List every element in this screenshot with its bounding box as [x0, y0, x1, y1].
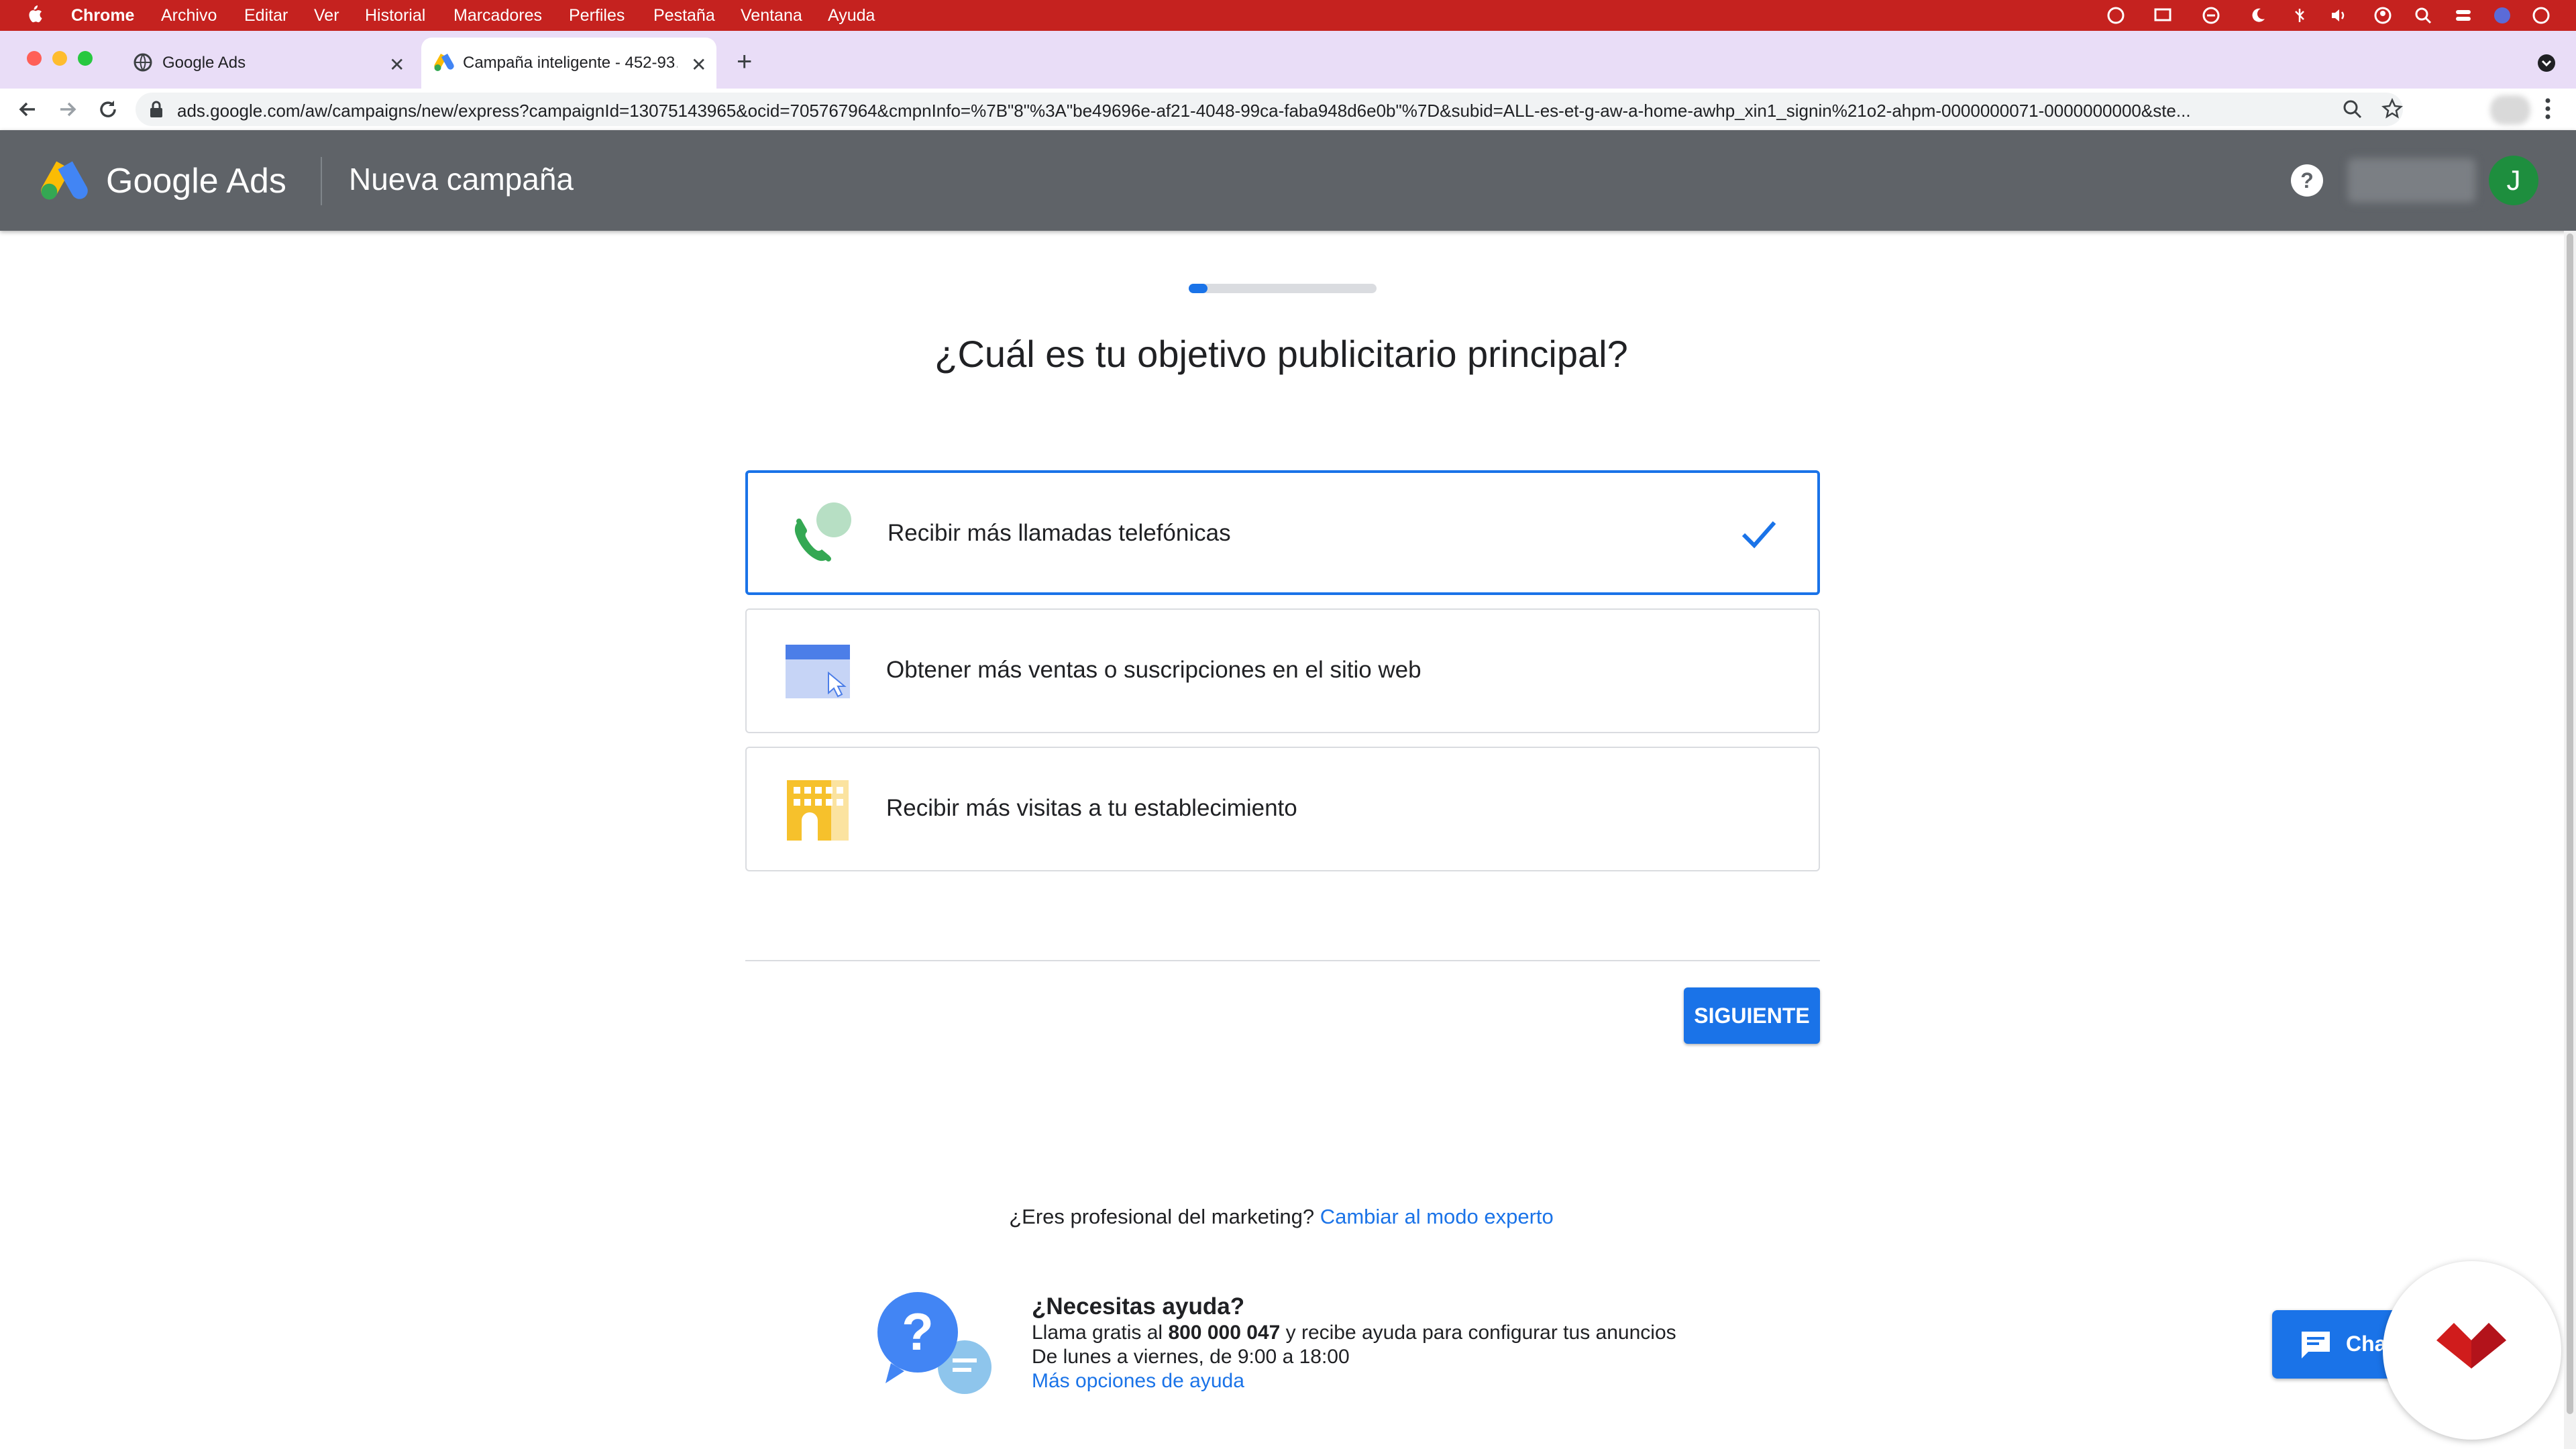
- goal-option-phone-calls[interactable]: Recibir más llamadas telefónicas: [745, 470, 1820, 595]
- goal-option-store-visits[interactable]: Recibir más visitas a tu establecimiento: [745, 747, 1820, 871]
- tab-google-ads[interactable]: Google Ads ✕: [115, 38, 416, 89]
- menu-app-name[interactable]: Chrome: [71, 5, 134, 25]
- reload-icon[interactable]: [97, 98, 119, 124]
- bookmark-star-icon[interactable]: [2381, 97, 2403, 123]
- window-minimize-button[interactable]: [52, 51, 67, 66]
- globe-icon: [133, 52, 153, 76]
- control-center-icon[interactable]: [2454, 6, 2473, 25]
- wizard-progress-bar: [1189, 284, 1377, 293]
- tab-title: Campaña inteligente - 452-93…: [463, 54, 678, 72]
- brand-logo-icon: [2436, 1318, 2506, 1375]
- wizard-progress-fill: [1189, 284, 1208, 293]
- browser-toolbar: ads.google.com/aw/campaigns/new/express?…: [0, 89, 2576, 131]
- menu-item-historial[interactable]: Historial: [365, 5, 425, 25]
- goal-option-website-sales[interactable]: Obtener más ventas o suscripciones en el…: [745, 608, 1820, 733]
- window-close-button[interactable]: [27, 51, 42, 66]
- help-phone-post: y recibe ayuda para configurar tus anunc…: [1280, 1322, 1676, 1344]
- bluetooth-off-icon[interactable]: [2290, 6, 2309, 25]
- menu-item-marcadores[interactable]: Marcadores: [453, 5, 542, 25]
- profile-avatar[interactable]: [2490, 95, 2530, 125]
- url-text[interactable]: ads.google.com/aw/campaigns/new/express?…: [177, 101, 2337, 121]
- svg-text:?: ?: [2300, 168, 2314, 193]
- menu-item-ayuda[interactable]: Ayuda: [828, 5, 875, 25]
- wizard-question: ¿Cuál es tu objetivo publicitario princi…: [934, 333, 1628, 375]
- chat-icon: [2299, 1329, 2332, 1363]
- phone-icon: [786, 501, 853, 568]
- zoom-icon[interactable]: [2343, 99, 2363, 123]
- tab-close-icon[interactable]: ✕: [389, 54, 405, 76]
- website-cursor-icon: [784, 638, 851, 705]
- lock-icon[interactable]: [149, 101, 164, 121]
- chat-label: Cha: [2346, 1332, 2387, 1356]
- siri-icon[interactable]: [2493, 6, 2512, 25]
- apple-icon[interactable]: [25, 4, 43, 29]
- volume-icon[interactable]: [2329, 6, 2348, 25]
- account-info[interactable]: [2348, 158, 2475, 203]
- browser-tab-strip: Google Ads ✕ Campaña inteligente - 452-9…: [0, 31, 2576, 89]
- avatar[interactable]: J: [2489, 156, 2538, 205]
- screen-icon[interactable]: [2153, 6, 2172, 25]
- brand-name[interactable]: Google Ads: [106, 161, 286, 201]
- goal-option-label: Recibir más visitas a tu establecimiento: [886, 795, 1297, 821]
- moon-icon[interactable]: [2249, 6, 2267, 25]
- section-divider: [745, 960, 1820, 961]
- next-button[interactable]: SIGUIENTE: [1684, 987, 1820, 1044]
- checkmark-icon: [1741, 517, 1777, 554]
- help-phone-number[interactable]: 800 000 047: [1168, 1322, 1280, 1344]
- menu-item-ver[interactable]: Ver: [314, 5, 339, 25]
- expert-mode-link[interactable]: Cambiar al modo experto: [1320, 1205, 1554, 1228]
- page-title: Nueva campaña: [349, 162, 574, 197]
- back-icon[interactable]: [16, 98, 39, 124]
- menu-item-editar[interactable]: Editar: [244, 5, 288, 25]
- help-section: ? ¿Necesitas ayuda? Llama gratis al 800 …: [877, 1288, 1750, 1395]
- help-more-options-link[interactable]: Más opciones de ayuda: [1032, 1370, 1244, 1393]
- google-ads-logo-icon[interactable]: [39, 160, 90, 205]
- building-icon: [784, 776, 851, 843]
- help-icon[interactable]: ?: [2290, 164, 2324, 201]
- tab-campana-inteligente[interactable]: Campaña inteligente - 452-93… ✕: [421, 38, 716, 89]
- menu-item-archivo[interactable]: Archivo: [161, 5, 217, 25]
- search-icon[interactable]: [2414, 6, 2432, 25]
- help-phone-pre: Llama gratis al: [1032, 1322, 1169, 1344]
- help-chat-icon: ?: [877, 1288, 1012, 1399]
- macos-menu-bar: Chrome Archivo Editar Ver Historial Marc…: [0, 0, 2576, 31]
- creative-cloud-icon[interactable]: [2106, 6, 2125, 25]
- page-scrollbar[interactable]: [2564, 231, 2576, 1449]
- expert-mode-prompt: ¿Eres profesional del marketing? Cambiar…: [0, 1205, 2563, 1229]
- header-divider: [321, 157, 322, 205]
- goal-option-label: Obtener más ventas o suscripciones en el…: [886, 657, 1421, 683]
- help-title: ¿Necesitas ayuda?: [1032, 1293, 1245, 1320]
- user-icon[interactable]: [2373, 6, 2392, 25]
- ads-header: Google Ads Nueva campaña ? J: [0, 130, 2576, 231]
- help-phone-line: Llama gratis al 800 000 047 y recibe ayu…: [1032, 1322, 1676, 1344]
- scrollbar-thumb[interactable]: [2567, 233, 2573, 1414]
- help-hours: De lunes a viernes, de 9:00 a 18:00: [1032, 1346, 1350, 1368]
- window-zoom-button[interactable]: [78, 51, 93, 66]
- menu-item-perfiles[interactable]: Perfiles: [569, 5, 625, 25]
- tab-search-icon[interactable]: [2537, 54, 2556, 76]
- kebab-menu-icon[interactable]: [2542, 97, 2553, 124]
- menu-item-ventana[interactable]: Ventana: [741, 5, 802, 25]
- new-tab-icon[interactable]: +: [737, 48, 752, 75]
- power-icon[interactable]: [2532, 6, 2551, 25]
- menu-item-pestana[interactable]: Pestaña: [653, 5, 715, 25]
- address-bar[interactable]: ads.google.com/aw/campaigns/new/express?…: [136, 93, 2403, 126]
- sync-icon[interactable]: [2202, 6, 2220, 25]
- svg-text:?: ?: [902, 1302, 934, 1361]
- expert-mode-question: ¿Eres profesional del marketing?: [1009, 1205, 1315, 1228]
- tab-title: Google Ads: [162, 54, 246, 72]
- forward-icon[interactable]: [56, 98, 79, 124]
- tab-close-icon[interactable]: ✕: [691, 54, 706, 76]
- floating-logo-widget[interactable]: [2383, 1261, 2561, 1440]
- goal-option-label: Recibir más llamadas telefónicas: [888, 520, 1231, 546]
- google-ads-logo-icon: [433, 52, 455, 76]
